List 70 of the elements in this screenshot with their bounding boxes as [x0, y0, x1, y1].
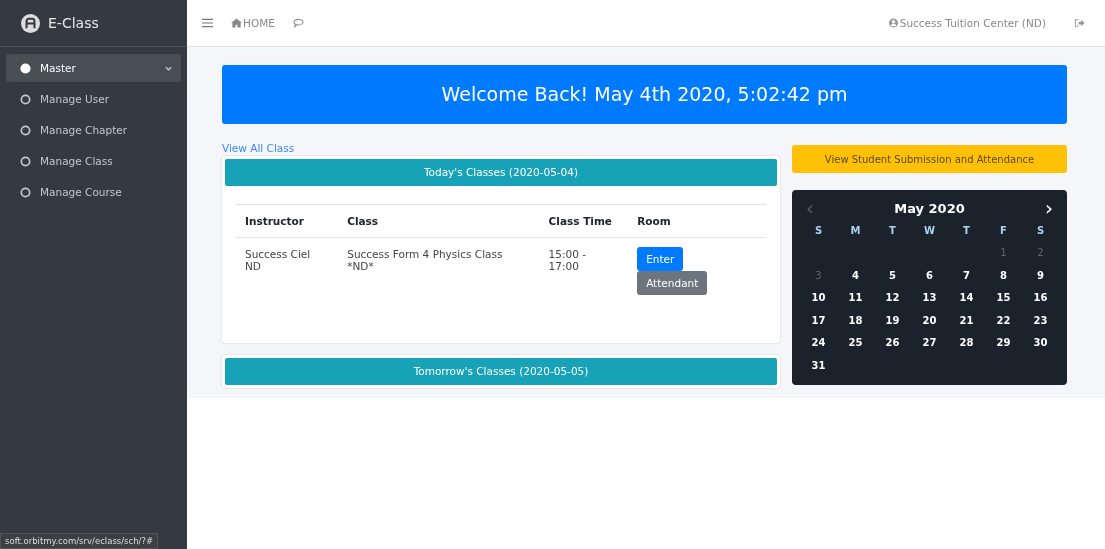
column-header: Instructor — [236, 204, 339, 238]
calendar-day[interactable]: 31 — [800, 354, 837, 377]
calendar-day[interactable]: 18 — [837, 309, 874, 332]
welcome-banner: Welcome Back! May 4th 2020, 5:02:42 pm — [222, 65, 1067, 124]
sidebar-item[interactable]: Manage Chapter — [6, 116, 181, 144]
calendar-day[interactable]: 24 — [800, 332, 837, 355]
logo-icon — [21, 13, 40, 33]
calendar-day[interactable]: 10 — [800, 287, 837, 310]
calendar-day[interactable]: 26 — [874, 332, 911, 355]
calendar-day[interactable]: 23 — [1022, 309, 1059, 332]
calendar-day[interactable]: 17 — [800, 309, 837, 332]
submission-button[interactable]: View Student Submission and Attendance — [792, 145, 1067, 173]
calendar-day[interactable]: 12 — [874, 287, 911, 310]
calendar-day[interactable]: 29 — [985, 332, 1022, 355]
weekday-label: F — [999, 224, 1008, 238]
table-cell: Success Ciel ND — [236, 237, 339, 329]
sidebar-item[interactable]: Manage Class — [6, 147, 181, 175]
chat-icon[interactable] — [292, 18, 304, 28]
calendar-day[interactable]: 4 — [837, 264, 874, 287]
calendar-day[interactable]: 16 — [1022, 287, 1059, 310]
calendar-day[interactable]: 28 — [948, 332, 985, 355]
weekday-label: T — [888, 224, 897, 238]
circle-icon — [20, 155, 31, 167]
calendar-title: May 2020 — [894, 200, 965, 216]
home-icon — [231, 18, 242, 28]
enter-button[interactable]: Enter — [637, 247, 684, 271]
circle-icon — [20, 124, 31, 136]
home-link[interactable]: HOME — [231, 17, 275, 29]
calendar-day[interactable]: 7 — [948, 264, 985, 287]
calendar-day[interactable]: 30 — [1022, 332, 1059, 355]
card-header: Today's Classes (2020-05-04) — [225, 159, 777, 186]
calendar-day[interactable]: 15 — [985, 287, 1022, 310]
next-month-button[interactable]: › — [1039, 198, 1059, 218]
calendar-day[interactable]: 27 — [911, 332, 948, 355]
calendar-day[interactable]: 25 — [837, 332, 874, 355]
calendar-day[interactable]: 22 — [985, 309, 1022, 332]
calendar-day[interactable]: 5 — [874, 264, 911, 287]
calendar-day[interactable]: 6 — [911, 264, 948, 287]
calendar-day[interactable]: 14 — [948, 287, 985, 310]
table-cell: Success Form 4 Physics Class *ND* — [338, 237, 540, 329]
brand-name[interactable]: E-Class — [48, 15, 99, 31]
status-url: soft.orbitmy.com/srv/eclass/sch/?# — [0, 533, 159, 549]
weekday-label: S — [1035, 224, 1046, 238]
table-cell: 15:00 - 17:00 — [539, 237, 629, 329]
card-header: Tomorrow's Classes (2020-05-05) — [225, 358, 777, 385]
circle-icon — [20, 93, 31, 105]
calendar-day[interactable]: 13 — [911, 287, 948, 310]
calendar-day[interactable]: 19 — [874, 309, 911, 332]
weekday-label: W — [923, 224, 936, 238]
calendar-day[interactable]: 20 — [911, 309, 948, 332]
filled-circle-icon — [20, 62, 31, 74]
sidebar-item[interactable]: Manage User — [6, 85, 181, 113]
calendar-day[interactable]: 8 — [985, 264, 1022, 287]
weekday-label: T — [962, 224, 971, 238]
column-header: Room — [628, 204, 766, 238]
user-icon — [887, 18, 899, 28]
user-link[interactable]: Success Tuition Center (ND) — [887, 17, 1046, 29]
sidebar-item[interactable]: Manage Course — [6, 178, 181, 206]
calendar-day[interactable]: 21 — [948, 309, 985, 332]
attendant-button[interactable]: Attendant — [637, 271, 708, 295]
logout-icon[interactable] — [1074, 18, 1085, 28]
calendar-day[interactable]: 11 — [837, 287, 874, 310]
menu-icon[interactable] — [202, 18, 213, 28]
weekday-label: S — [813, 224, 824, 238]
sidebar-item[interactable]: Master — [6, 54, 181, 82]
calendar-day[interactable]: 9 — [1022, 264, 1059, 287]
column-header: Class — [338, 204, 540, 238]
column-header: Class Time — [539, 204, 629, 238]
circle-icon — [20, 186, 31, 198]
weekday-label: M — [849, 224, 862, 238]
